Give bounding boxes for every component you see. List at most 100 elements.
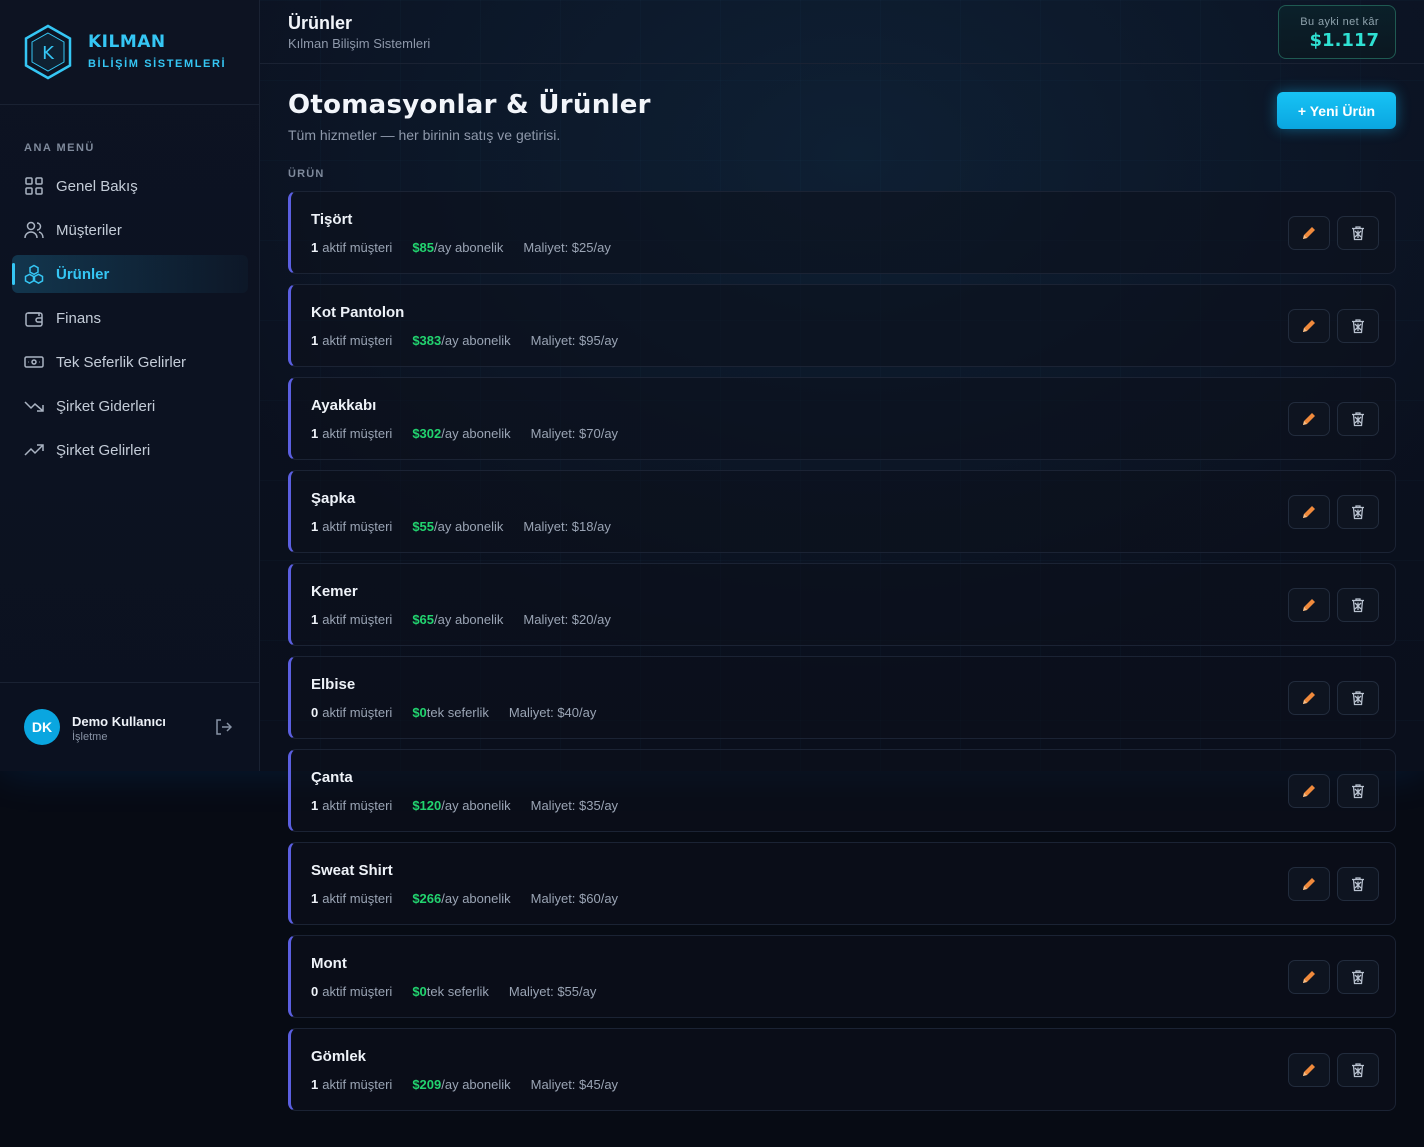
edit-button[interactable] xyxy=(1288,309,1330,343)
product-price: $266 xyxy=(412,891,442,906)
product-card[interactable]: Elbise 0 aktif müşteri $0 tek seferlik M… xyxy=(288,656,1396,739)
product-price: $55 xyxy=(412,519,435,534)
product-name: Sweat Shirt xyxy=(311,862,393,879)
delete-button[interactable] xyxy=(1337,1053,1379,1087)
active-customer-count: 1 xyxy=(311,891,319,906)
active-customer-label: aktif müşteri xyxy=(322,519,393,534)
wallet-icon xyxy=(24,308,44,328)
active-customer-label: aktif müşteri xyxy=(322,891,393,906)
edit-button[interactable] xyxy=(1288,681,1330,715)
sidebar-item-tek-seferlik-gelirler[interactable]: Tek Seferlik Gelirler xyxy=(12,343,248,381)
product-card[interactable]: Sweat Shirt 1 aktif müşteri $266 /ay abo… xyxy=(288,842,1396,925)
profit-label: Bu ayki net kâr xyxy=(1300,16,1379,28)
sidebar: K KILMAN BİLİŞİM SİSTEMLERİ ANA MENÜ Gen… xyxy=(0,0,260,771)
delete-button[interactable] xyxy=(1337,216,1379,250)
product-card[interactable]: Çanta 1 aktif müşteri $120 /ay abonelik … xyxy=(288,749,1396,832)
trend-up-icon xyxy=(24,440,44,460)
delete-button[interactable] xyxy=(1337,774,1379,808)
active-customer-label: aktif müşteri xyxy=(322,1077,393,1092)
product-card[interactable]: Kot Pantolon 1 aktif müşteri $383 /ay ab… xyxy=(288,284,1396,367)
cash-icon xyxy=(24,352,44,372)
product-card[interactable]: Kemer 1 aktif müşteri $65 /ay abonelik M… xyxy=(288,563,1396,646)
pencil-icon xyxy=(1303,692,1315,704)
edit-button[interactable] xyxy=(1288,867,1330,901)
active-customer-count: 0 xyxy=(311,984,319,999)
sidebar-item-label: Şirket Giderleri xyxy=(56,397,156,415)
product-meta: 1 aktif müşteri $266 /ay abonelik Maliye… xyxy=(311,891,618,906)
section-title: Otomasyonlar & Ürünler xyxy=(288,90,651,120)
pencil-icon xyxy=(1303,971,1315,983)
product-card[interactable]: Gömlek 1 aktif müşteri $209 /ay abonelik… xyxy=(288,1028,1396,1111)
sidebar-item-sirket-gelirleri[interactable]: Şirket Gelirleri xyxy=(12,431,248,469)
edit-button[interactable] xyxy=(1288,495,1330,529)
edit-button[interactable] xyxy=(1288,588,1330,622)
delete-button[interactable] xyxy=(1337,495,1379,529)
sidebar-item-musteriler[interactable]: Müşteriler xyxy=(12,211,248,249)
edit-button[interactable] xyxy=(1288,774,1330,808)
price-suffix: /ay abonelik xyxy=(441,798,511,813)
pencil-icon xyxy=(1303,413,1315,425)
price-suffix: /ay abonelik xyxy=(434,240,504,255)
delete-button[interactable] xyxy=(1337,588,1379,622)
delete-button[interactable] xyxy=(1337,867,1379,901)
active-customer-count: 1 xyxy=(311,426,319,441)
sidebar-item-genel-bakis[interactable]: Genel Bakış xyxy=(12,167,248,205)
trash-icon xyxy=(1352,877,1364,892)
logout-icon[interactable] xyxy=(214,718,232,736)
product-name: Kemer xyxy=(311,583,358,600)
sidebar-item-label: Genel Bakış xyxy=(56,177,138,195)
edit-button[interactable] xyxy=(1288,1053,1330,1087)
product-name: Kot Pantolon xyxy=(311,304,405,321)
delete-button[interactable] xyxy=(1337,309,1379,343)
delete-button[interactable] xyxy=(1337,681,1379,715)
trash-icon xyxy=(1352,226,1364,241)
product-card[interactable]: Tişört 1 aktif müşteri $85 /ay abonelik … xyxy=(288,191,1396,274)
product-meta: 1 aktif müşteri $209 /ay abonelik Maliye… xyxy=(311,1077,618,1092)
product-name: Ayakkabı xyxy=(311,397,377,414)
active-customer-label: aktif müşteri xyxy=(322,612,393,627)
product-price: $383 xyxy=(412,333,442,348)
edit-button[interactable] xyxy=(1288,402,1330,436)
trash-icon xyxy=(1352,505,1364,520)
brand-subtitle: BİLİŞİM SİSTEMLERİ xyxy=(88,58,227,70)
user-role: İşletme xyxy=(72,731,108,743)
users-icon xyxy=(24,220,44,240)
active-customer-label: aktif müşteri xyxy=(322,798,393,813)
price-suffix: /ay abonelik xyxy=(441,1077,511,1092)
trash-icon xyxy=(1352,598,1364,613)
brand[interactable]: K KILMAN BİLİŞİM SİSTEMLERİ xyxy=(0,0,259,105)
product-name: Elbise xyxy=(311,676,356,693)
product-meta: 0 aktif müşteri $0 tek seferlik Maliyet:… xyxy=(311,705,596,720)
product-meta: 0 aktif müşteri $0 tek seferlik Maliyet:… xyxy=(311,984,596,999)
product-meta: 1 aktif müşteri $120 /ay abonelik Maliye… xyxy=(311,798,618,813)
product-cost: Maliyet: $40/ay xyxy=(508,705,597,720)
sidebar-item-urunler[interactable]: Ürünler xyxy=(12,255,248,293)
price-suffix: tek seferlik xyxy=(426,705,489,720)
delete-button[interactable] xyxy=(1337,960,1379,994)
product-cost: Maliyet: $45/ay xyxy=(530,1077,619,1092)
sidebar-item-finans[interactable]: Finans xyxy=(12,299,248,337)
product-card[interactable]: Mont 0 aktif müşteri $0 tek seferlik Mal… xyxy=(288,935,1396,1018)
new-product-button[interactable]: + Yeni Ürün xyxy=(1277,92,1396,129)
trash-icon xyxy=(1352,319,1364,334)
monthly-profit-card: Bu ayki net kâr $1.117 xyxy=(1278,5,1396,59)
active-customer-label: aktif müşteri xyxy=(322,984,393,999)
avatar[interactable]: DK xyxy=(24,709,60,745)
product-name: Şapka xyxy=(311,490,356,507)
sidebar-item-sirket-giderleri[interactable]: Şirket Giderleri xyxy=(12,387,248,425)
edit-button[interactable] xyxy=(1288,216,1330,250)
price-suffix: /ay abonelik xyxy=(434,612,504,627)
sidebar-item-label: Ürünler xyxy=(56,265,110,283)
delete-button[interactable] xyxy=(1337,402,1379,436)
product-meta: 1 aktif müşteri $55 /ay abonelik Maliyet… xyxy=(311,519,611,534)
pencil-icon xyxy=(1303,785,1315,797)
edit-button[interactable] xyxy=(1288,960,1330,994)
product-card[interactable]: Ayakkabı 1 aktif müşteri $302 /ay abonel… xyxy=(288,377,1396,460)
pencil-icon xyxy=(1303,1064,1315,1076)
page-title: Ürünler xyxy=(288,13,353,33)
product-meta: 1 aktif müşteri $302 /ay abonelik Maliye… xyxy=(311,426,618,441)
product-card[interactable]: Şapka 1 aktif müşteri $55 /ay abonelik M… xyxy=(288,470,1396,553)
page-subtitle: Kılman Bilişim Sistemleri xyxy=(288,36,431,51)
pencil-icon xyxy=(1303,599,1315,611)
logo-letter: K xyxy=(42,43,55,64)
